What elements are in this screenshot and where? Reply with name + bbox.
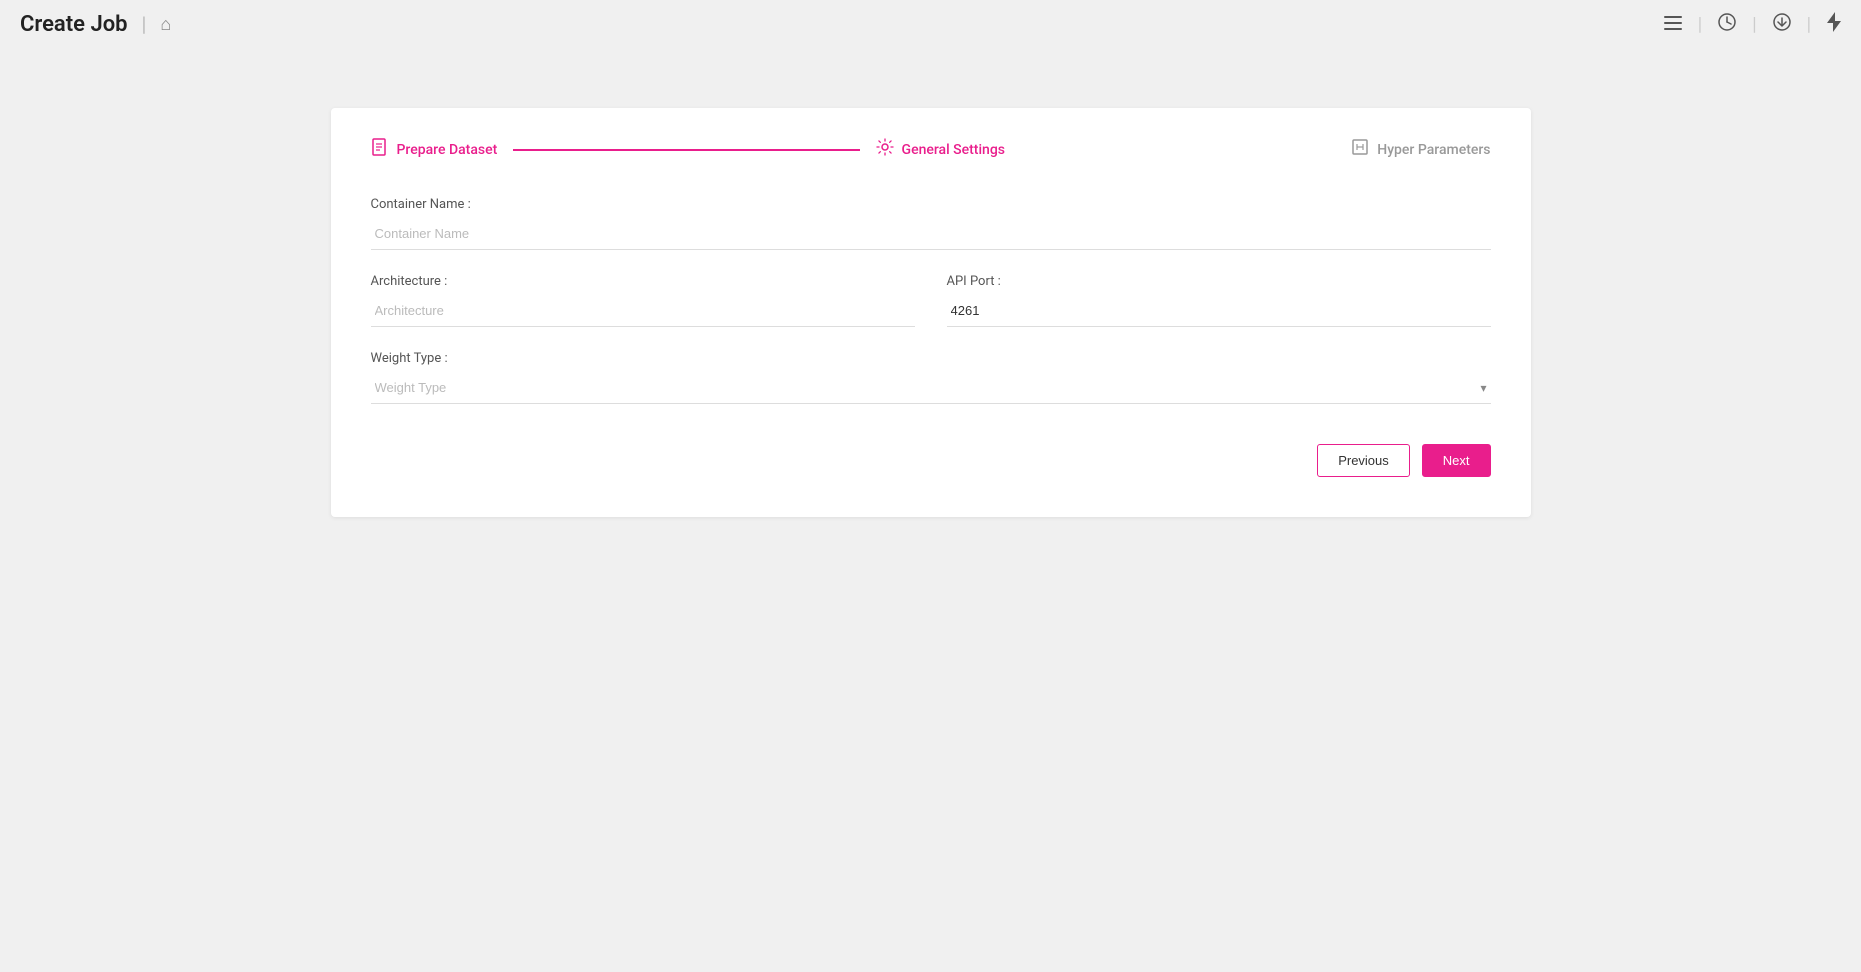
step-connector-1 [513,149,859,151]
step-prepare-dataset: Prepare Dataset [371,138,498,161]
header-right: | | | [1664,12,1841,37]
weight-type-label: Weight Type : [371,351,1491,366]
sep-1: | [1698,14,1702,35]
header-divider: | [142,12,147,36]
stepper: Prepare Dataset General Settings [371,138,1491,161]
general-settings-icon [876,138,894,161]
next-button[interactable]: Next [1422,444,1491,477]
container-name-group: Container Name : [371,197,1491,250]
architecture-group: Architecture : [371,274,915,327]
home-icon[interactable]: ⌂ [160,14,171,35]
download-icon[interactable] [1773,13,1791,36]
header-left: Create Job | ⌂ [20,12,171,37]
architecture-label: Architecture : [371,274,915,289]
main-content: Prepare Dataset General Settings [0,48,1861,537]
header: Create Job | ⌂ | | | [0,0,1861,48]
api-port-label: API Port : [947,274,1491,289]
lightning-icon[interactable] [1827,12,1841,37]
hyper-parameters-icon [1351,138,1369,161]
clock-icon[interactable] [1718,13,1736,36]
card-footer: Previous Next [371,444,1491,477]
weight-type-select-wrapper: Weight Type ▾ [371,372,1491,404]
architecture-input[interactable] [371,295,915,327]
sep-2: | [1752,14,1756,35]
weight-type-group: Weight Type : Weight Type ▾ [371,351,1491,404]
api-port-group: API Port : [947,274,1491,327]
step-hyper-parameters: Hyper Parameters [1351,138,1490,161]
prepare-dataset-icon [371,138,389,161]
prepare-dataset-label: Prepare Dataset [397,142,498,158]
form-card: Prepare Dataset General Settings [331,108,1531,517]
container-name-label: Container Name : [371,197,1491,212]
page-title: Create Job [20,12,128,37]
architecture-api-row: Architecture : API Port : [371,274,1491,327]
sep-3: | [1807,14,1811,35]
hyper-parameters-label: Hyper Parameters [1377,142,1490,158]
step-general-settings: General Settings [876,138,1005,161]
previous-button[interactable]: Previous [1317,444,1410,477]
list-icon[interactable] [1664,14,1682,35]
general-settings-label: General Settings [902,142,1005,158]
api-port-input[interactable] [947,295,1491,327]
container-name-input[interactable] [371,218,1491,250]
weight-type-select[interactable]: Weight Type [371,372,1491,404]
